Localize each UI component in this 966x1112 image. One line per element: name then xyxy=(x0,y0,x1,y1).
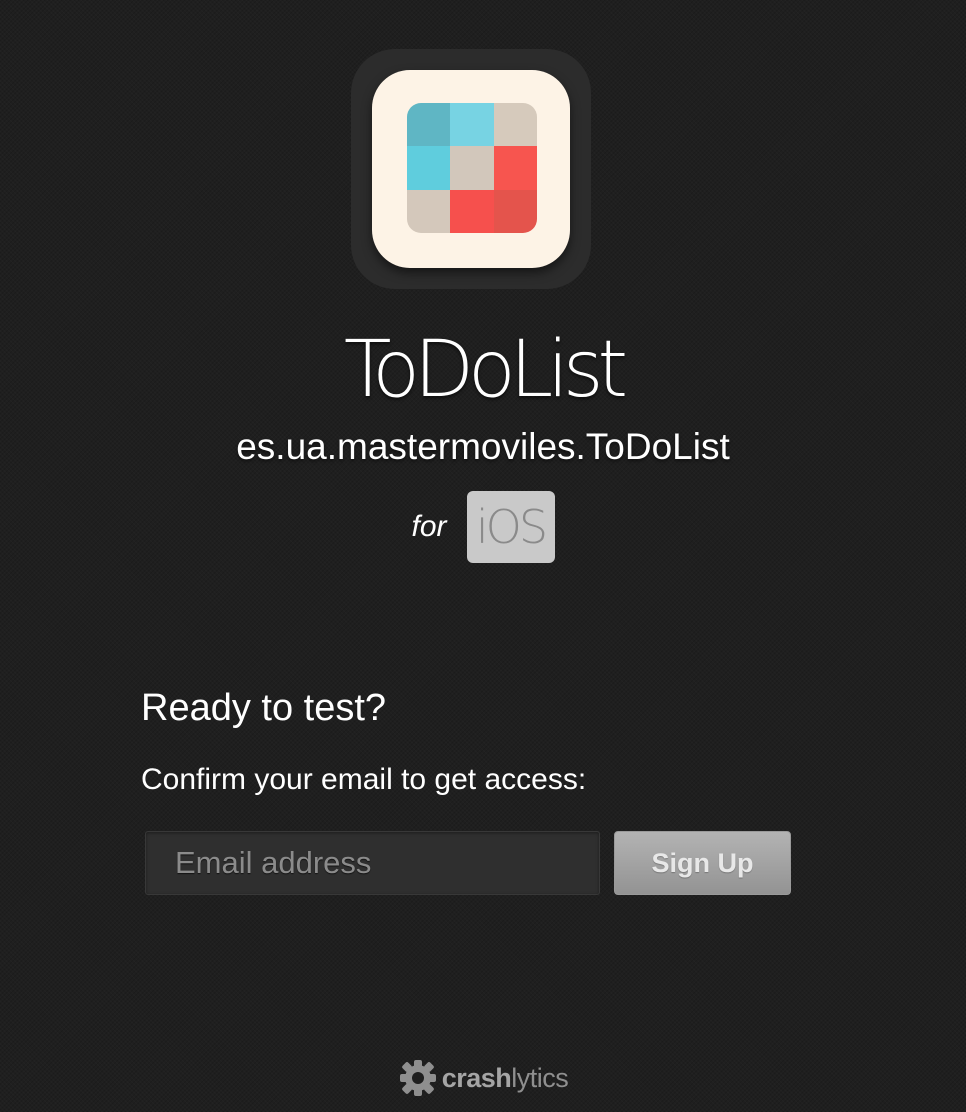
brand-light: lytics xyxy=(511,1062,569,1093)
email-field[interactable] xyxy=(145,831,600,895)
crashlytics-logo[interactable]: crashlytics xyxy=(0,1055,966,1101)
app-icon xyxy=(372,70,570,268)
crashlytics-wordmark: crashlytics xyxy=(442,1063,569,1094)
icon-grid-cell xyxy=(450,146,494,190)
icon-grid-cell xyxy=(407,189,451,233)
icon-grid-cell xyxy=(407,103,451,147)
bundle-id: es.ua.mastermoviles.ToDoList xyxy=(236,426,730,467)
brand-strong: crash xyxy=(441,1062,512,1093)
icon-grid-cell xyxy=(493,146,537,190)
ready-heading: Ready to test? xyxy=(141,687,387,729)
app-title: ToDoList xyxy=(343,325,628,415)
icon-grid-cell xyxy=(450,189,494,233)
sign-up-button[interactable]: Sign Up xyxy=(614,831,791,895)
platform-badge: iOS xyxy=(466,491,555,563)
app-icon-frame xyxy=(351,49,591,289)
crashlytics-gear-icon xyxy=(399,1060,436,1096)
icon-grid-cell xyxy=(450,103,494,147)
icon-grid-cell xyxy=(493,189,537,233)
platform-row: for iOS xyxy=(0,491,966,563)
confirm-instruction: Confirm your email to get access: xyxy=(141,763,587,796)
app-grid-icon xyxy=(407,103,537,233)
icon-grid-cell xyxy=(407,146,451,190)
icon-grid-cell xyxy=(493,103,537,147)
platform-prefix: for xyxy=(411,510,447,543)
